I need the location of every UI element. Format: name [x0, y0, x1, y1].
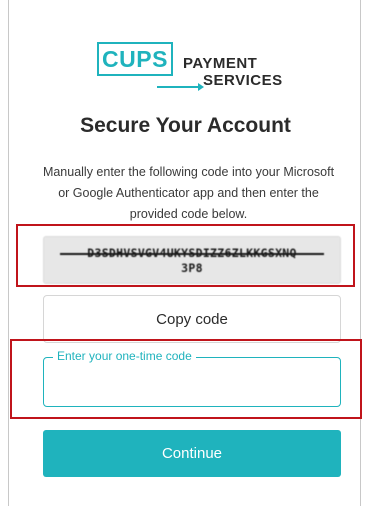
one-time-code-label: Enter your one-time code — [53, 349, 196, 363]
one-time-code-field[interactable]: Enter your one-time code — [43, 349, 341, 407]
secret-code-box: D3SDHVSVGV4UKYSDIZZ6ZLKKGSXNQ 3P8 — [43, 236, 341, 284]
continue-button[interactable]: Continue — [43, 430, 341, 477]
logo-arrow-icon — [157, 83, 204, 91]
instructions-text: Manually enter the following code into y… — [42, 165, 335, 221]
one-time-code-input[interactable] — [54, 374, 330, 398]
redaction-strike — [60, 253, 324, 255]
logo-text-payment: PAYMENT — [183, 55, 258, 72]
page-title: Secure Your Account — [80, 114, 291, 137]
secret-code-line-2: 3P8 — [181, 261, 203, 275]
logo-box: CUPS — [97, 42, 173, 76]
logo-text-services: SERVICES — [203, 72, 283, 89]
copy-code-button[interactable]: Copy code — [43, 295, 341, 343]
cups-payment-services-logo: CUPS PAYMENT SERVICES — [97, 42, 297, 92]
